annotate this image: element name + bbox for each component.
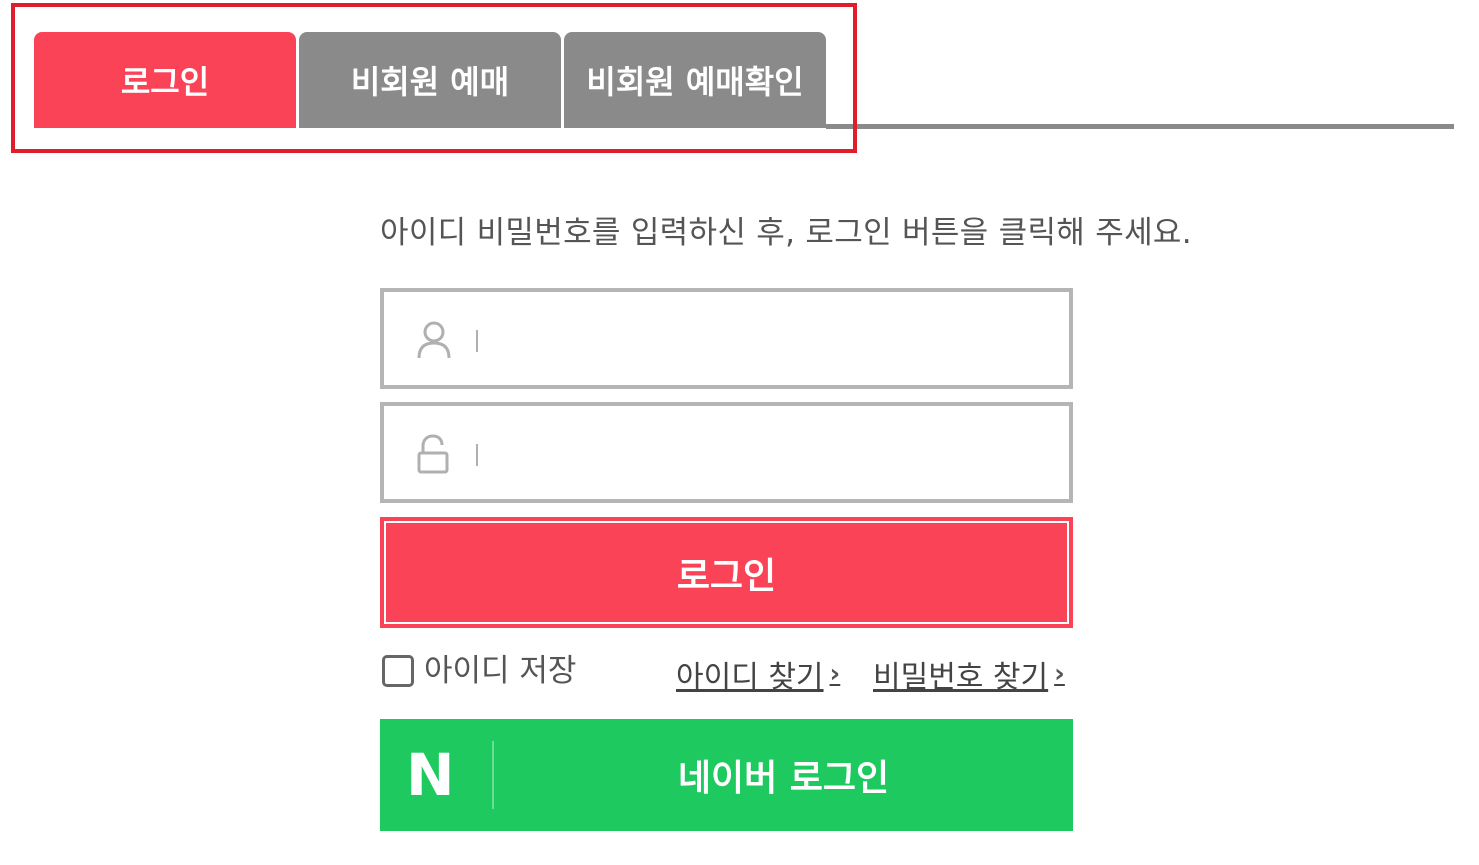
- naver-login-button[interactable]: N 네이버 로그인: [380, 719, 1073, 831]
- tab-login[interactable]: 로그인: [34, 32, 296, 128]
- lock-icon: [414, 433, 454, 475]
- save-id-label: 아이디 저장: [424, 653, 577, 689]
- id-field[interactable]: [380, 288, 1073, 389]
- login-page: 로그인 비회원 예매 비회원 예매확인 아이디 비밀번호를 입력하신 후, 로그…: [0, 0, 1479, 865]
- chevron-right-icon: ›: [829, 659, 841, 689]
- tab-guest-booking-label: 비회원 예매: [350, 63, 510, 101]
- login-button[interactable]: 로그인: [380, 517, 1073, 628]
- find-id-link[interactable]: 아이디 찾기 ›: [676, 652, 840, 696]
- tab-guest-booking-check-label: 비회원 예매확인: [586, 63, 804, 101]
- tab-guest-booking[interactable]: 비회원 예매: [299, 32, 561, 128]
- id-input[interactable]: [494, 310, 1054, 368]
- save-id-checkbox[interactable]: [382, 654, 414, 687]
- chevron-right-icon: ›: [1054, 659, 1065, 689]
- tab-underline: [826, 124, 1454, 129]
- password-caret: [476, 444, 478, 466]
- password-field[interactable]: [380, 402, 1073, 503]
- find-password-link[interactable]: 비밀번호 찾기 ›: [873, 652, 1065, 696]
- tab-login-label: 로그인: [120, 63, 210, 101]
- save-id-option[interactable]: 아이디 저장: [382, 645, 576, 690]
- login-button-label: 로그인: [384, 521, 1069, 624]
- find-password-label: 비밀번호 찾기: [873, 660, 1049, 695]
- find-id-label: 아이디 찾기: [676, 660, 824, 695]
- login-instruction: 아이디 비밀번호를 입력하신 후, 로그인 버튼을 클릭해 주세요.: [380, 215, 1192, 251]
- naver-logo-icon: N: [406, 741, 455, 809]
- password-input[interactable]: [494, 424, 1054, 482]
- tab-guest-booking-check[interactable]: 비회원 예매확인: [564, 32, 826, 128]
- naver-login-label: 네이버 로그인: [677, 758, 890, 799]
- id-caret: [476, 330, 478, 352]
- user-icon: [414, 319, 454, 361]
